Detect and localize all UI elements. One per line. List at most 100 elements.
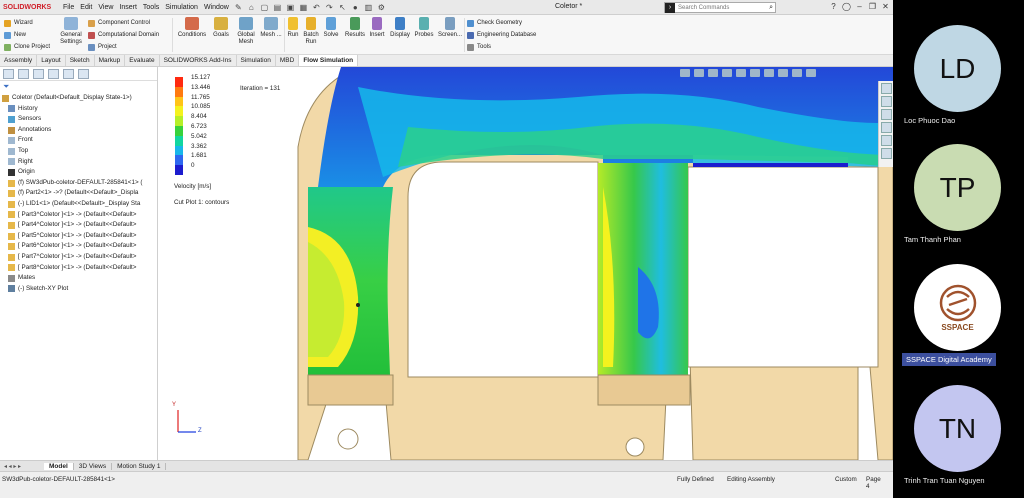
hide-show-items-icon[interactable] xyxy=(764,69,774,77)
menu-window[interactable]: Window xyxy=(201,4,232,11)
view-orientation-icon[interactable] xyxy=(736,69,746,77)
menu-file[interactable]: File xyxy=(60,4,77,11)
clone-project-button[interactable]: Clone Project xyxy=(4,41,50,53)
tree-filter-icon[interactable]: ⏷ xyxy=(0,81,157,93)
tree-node[interactable]: [ Part8^Coletor ]<1> -> (Default<<Defaul… xyxy=(2,263,157,274)
participant-avatar-ld[interactable]: LD xyxy=(914,25,1001,112)
configuration-manager-tab-icon[interactable] xyxy=(33,68,44,79)
close-icon[interactable]: ✕ xyxy=(880,2,891,11)
run-button[interactable]: Run xyxy=(285,17,301,39)
dimxpert-tab-icon[interactable] xyxy=(48,68,59,79)
view-settings-icon[interactable] xyxy=(806,69,816,77)
solve-button[interactable]: Solve xyxy=(321,17,341,39)
tab-motion-study-1[interactable]: Motion Study 1 xyxy=(112,462,167,470)
view-palette-icon[interactable] xyxy=(880,122,892,133)
tree-node[interactable]: Annotations xyxy=(2,125,157,136)
appearances-icon[interactable] xyxy=(880,135,892,146)
tree-node[interactable]: [ Part3^Coletor ]<1> -> (Default<<Defaul… xyxy=(2,210,157,221)
tab-markup[interactable]: Markup xyxy=(95,55,126,66)
search-commands-input[interactable]: › Search Commands ⌕ xyxy=(664,2,776,13)
design-library-icon[interactable] xyxy=(880,96,892,107)
menu-edit[interactable]: Edit xyxy=(77,4,95,11)
print-icon[interactable]: ▦ xyxy=(299,3,308,12)
options-icon[interactable]: ⚙ xyxy=(377,3,386,12)
flow-analysis-tab-icon[interactable] xyxy=(78,68,89,79)
minimize-icon[interactable]: – xyxy=(854,2,865,11)
tree-node[interactable]: Top xyxy=(2,146,157,157)
graphics-viewport[interactable]: Y Z 15.127 13.446 11.765 10.085 8.404 6.723 5.… xyxy=(158,67,893,460)
tab-assembly[interactable]: Assembly xyxy=(0,55,38,66)
wizard-button[interactable]: Wizard xyxy=(4,17,50,29)
custom-properties-icon[interactable] xyxy=(880,148,892,159)
save-icon[interactable]: ▣ xyxy=(286,3,295,12)
property-manager-tab-icon[interactable] xyxy=(18,68,29,79)
global-mesh-button[interactable]: Global Mesh xyxy=(234,17,258,46)
restore-icon[interactable]: ❐ xyxy=(867,2,878,11)
pin-icon[interactable]: ✎ xyxy=(234,3,243,12)
participant-avatar-tn[interactable]: TN xyxy=(914,385,1001,472)
probes-button[interactable]: Probes xyxy=(412,17,436,39)
tree-node[interactable]: History xyxy=(2,104,157,115)
new-project-button[interactable]: New xyxy=(4,29,50,41)
section-view-icon[interactable] xyxy=(722,69,732,77)
tab-flow-simulation[interactable]: Flow Simulation xyxy=(299,55,359,66)
tab-sketch[interactable]: Sketch xyxy=(66,55,95,66)
screen-capture-button[interactable]: Screen... xyxy=(436,17,464,39)
display-manager-tab-icon[interactable] xyxy=(63,68,74,79)
engineering-database-button[interactable]: Engineering Database xyxy=(467,29,536,41)
participant-avatar-tp[interactable]: TP xyxy=(914,144,1001,231)
tab-scroll-arrows[interactable]: ◂ ◂ ▸ ▸ xyxy=(0,463,44,470)
search-icon[interactable]: ⌕ xyxy=(769,4,775,12)
file-properties-icon[interactable]: ▥ xyxy=(364,3,373,12)
menu-simulation[interactable]: Simulation xyxy=(162,4,201,11)
tab-model[interactable]: Model xyxy=(44,462,74,470)
help-icon[interactable]: ? xyxy=(828,2,839,11)
batch-run-button[interactable]: Batch Run xyxy=(301,17,321,46)
previous-view-icon[interactable] xyxy=(708,69,718,77)
zoom-area-icon[interactable] xyxy=(694,69,704,77)
check-geometry-button[interactable]: Check Geometry xyxy=(467,17,536,29)
tree-node[interactable]: Coletor (Default<Default_Display State-1… xyxy=(2,93,157,104)
computational-domain-button[interactable]: Computational Domain xyxy=(88,29,159,41)
tree-node[interactable]: Mates xyxy=(2,273,157,284)
tree-node[interactable]: Right xyxy=(2,157,157,168)
project-button[interactable]: Project xyxy=(88,41,159,53)
mesh-button[interactable]: Mesh ... xyxy=(258,17,284,39)
user-icon[interactable]: ◯ xyxy=(841,2,852,11)
feature-tree-tab-icon[interactable] xyxy=(3,68,14,79)
scene-icon[interactable] xyxy=(792,69,802,77)
tree-node[interactable]: Origin xyxy=(2,167,157,178)
display-style-icon[interactable] xyxy=(750,69,760,77)
open-icon[interactable]: ▤ xyxy=(273,3,282,12)
display-button[interactable]: Display xyxy=(388,17,412,39)
tools-button[interactable]: Tools xyxy=(467,41,536,53)
new-document-icon[interactable]: ▢ xyxy=(260,3,269,12)
tab-mbd[interactable]: MBD xyxy=(276,55,300,66)
tree-node[interactable]: Front xyxy=(2,135,157,146)
tree-node[interactable]: [ Part4^Coletor ]<1> -> (Default<<Defaul… xyxy=(2,220,157,231)
participant-avatar-sspace[interactable]: SSPACE xyxy=(914,264,1001,351)
insert-button[interactable]: Insert xyxy=(367,17,387,39)
status-units[interactable]: Custom xyxy=(835,476,857,483)
tree-node[interactable]: [ Part6^Coletor ]<1> -> (Default<<Defaul… xyxy=(2,241,157,252)
tree-node[interactable]: (-) LID1<1> (Default<<Default>_Display S… xyxy=(2,199,157,210)
goals-button[interactable]: Goals xyxy=(209,17,233,39)
results-button[interactable]: Results xyxy=(342,17,368,39)
tab-simulation[interactable]: Simulation xyxy=(237,55,276,66)
home-icon[interactable]: ⌂ xyxy=(247,3,256,12)
tree-node[interactable]: (f) SW3dPub-coletor-DEFAULT-285841<1> ( xyxy=(2,178,157,189)
tree-node[interactable]: [ Part7^Coletor ]<1> -> (Default<<Defaul… xyxy=(2,252,157,263)
file-explorer-icon[interactable] xyxy=(880,109,892,120)
tab-evaluate[interactable]: Evaluate xyxy=(125,55,160,66)
rebuild-icon[interactable]: ● xyxy=(351,3,360,12)
solidworks-resources-icon[interactable] xyxy=(880,83,892,94)
tab-3d-views[interactable]: 3D Views xyxy=(74,462,113,470)
select-icon[interactable]: ↖ xyxy=(338,3,347,12)
component-control-button[interactable]: Component Control xyxy=(88,17,159,29)
menu-view[interactable]: View xyxy=(95,4,116,11)
zoom-to-fit-icon[interactable] xyxy=(680,69,690,77)
tree-node[interactable]: (-) Sketch-XY Plot xyxy=(2,284,157,295)
general-settings-button[interactable]: General Settings xyxy=(58,17,84,46)
undo-icon[interactable]: ↶ xyxy=(312,3,321,12)
tab-solidworks-add-ins[interactable]: SOLIDWORKS Add-Ins xyxy=(160,55,237,66)
